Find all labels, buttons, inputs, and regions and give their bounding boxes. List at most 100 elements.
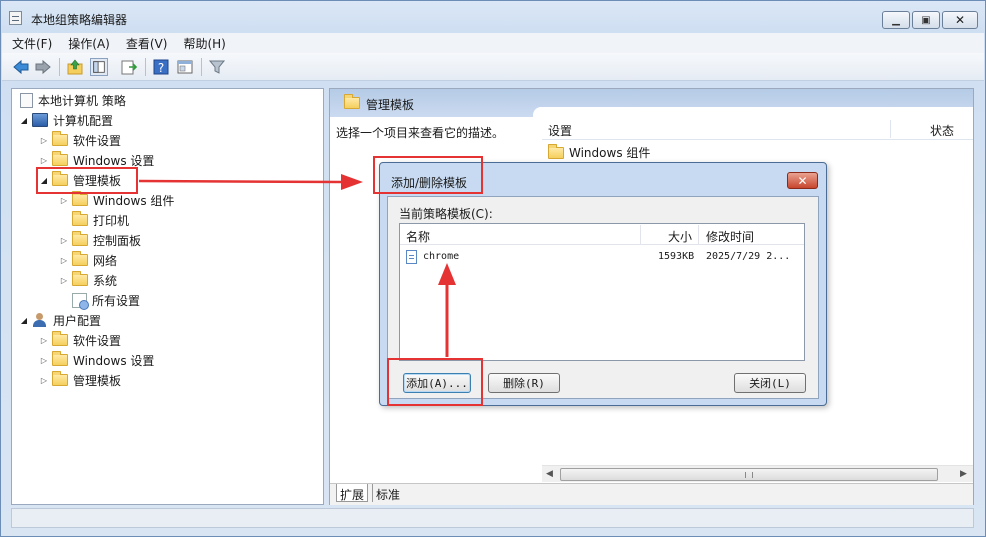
tab-standard[interactable]: 标准 [372, 484, 403, 502]
close-window-button[interactable]: ✕ [942, 11, 978, 29]
template-name: chrome [423, 251, 460, 262]
menu-file[interactable]: 文件(F) [12, 35, 52, 52]
filter-icon[interactable] [208, 58, 226, 76]
tree-item-cc-windows[interactable]: ▷ Windows 设置 [38, 150, 154, 170]
collapsed-arrow-icon[interactable]: ▷ [58, 236, 70, 245]
close-dialog-button[interactable]: 关闭(L) [734, 373, 806, 393]
user-icon [32, 313, 48, 327]
add-template-button[interactable]: 添加(A)... [403, 373, 471, 393]
help-icon[interactable]: ? [152, 58, 170, 76]
show-hide-tree-icon[interactable] [90, 58, 108, 76]
tree-item-windows-components[interactable]: ▷ Windows 组件 [58, 190, 174, 210]
title-bar: 本地组策略编辑器 ▁ ▣ ✕ [1, 1, 985, 33]
tree-item-all-settings[interactable]: 所有设置 [70, 290, 140, 310]
column-separator[interactable] [640, 225, 641, 244]
window-title: 本地组策略编辑器 [31, 13, 128, 27]
menu-action[interactable]: 操作(A) [68, 35, 110, 52]
collapsed-arrow-icon[interactable]: ▷ [38, 336, 50, 345]
close-icon: ✕ [954, 13, 966, 27]
scroll-thumb[interactable] [560, 468, 938, 481]
menu-bar: 文件(F) 操作(A) 查看(V) 帮助(H) [2, 33, 984, 53]
folder-icon [52, 331, 68, 346]
toolbar-separator [59, 58, 60, 76]
tree-label: 网络 [93, 253, 118, 268]
tree-item-control-panel[interactable]: ▷ 控制面板 [58, 230, 141, 250]
table-row[interactable]: chrome 1593KB 2025/7/29 2... [400, 248, 804, 266]
tree-label: 所有设置 [92, 293, 141, 308]
svg-text:?: ? [158, 61, 164, 75]
tree-label: 管理模板 [73, 373, 122, 388]
folder-icon [72, 191, 88, 206]
tree-label: 用户配置 [53, 313, 102, 328]
folder-icon [72, 251, 88, 266]
tree-item-computer-config[interactable]: ◢ 计算机配置 [18, 110, 113, 130]
collapsed-arrow-icon[interactable]: ▷ [58, 256, 70, 265]
column-separator[interactable] [698, 225, 699, 244]
column-separator[interactable] [890, 120, 891, 138]
column-size[interactable]: 大小 [668, 228, 692, 245]
toolbar: ? [2, 53, 984, 81]
column-status[interactable]: 状态 [930, 122, 954, 139]
up-folder-icon[interactable] [66, 58, 84, 76]
expanded-arrow-icon[interactable]: ◢ [38, 176, 50, 185]
column-modified[interactable]: 修改时间 [706, 228, 754, 245]
policy-document-icon [20, 92, 33, 108]
export-list-icon[interactable] [120, 58, 138, 76]
forward-arrow-icon[interactable] [34, 58, 52, 76]
tree-item-network[interactable]: ▷ 网络 [58, 250, 117, 270]
expanded-arrow-icon[interactable]: ◢ [18, 116, 30, 125]
computer-icon [32, 113, 48, 127]
menu-view[interactable]: 查看(V) [126, 35, 168, 52]
expanded-arrow-icon[interactable]: ◢ [18, 316, 30, 325]
tree-item-printers[interactable]: 打印机 [70, 210, 129, 230]
tree-label: Windows 组件 [93, 193, 175, 208]
collapsed-arrow-icon[interactable]: ▷ [58, 276, 70, 285]
column-settings[interactable]: 设置 [548, 122, 572, 139]
template-modified: 2025/7/29 2... [706, 251, 791, 262]
collapsed-arrow-icon[interactable]: ▷ [58, 196, 70, 205]
details-header-title: 管理模板 [366, 98, 415, 112]
back-arrow-icon[interactable] [12, 58, 30, 76]
tree-item-uc-software[interactable]: ▷ 软件设置 [38, 330, 121, 350]
dialog-body: 当前策略模板(C): 名称 大小 修改时间 chrome 1593KB 2025… [387, 196, 819, 399]
tree-item-cc-software[interactable]: ▷ 软件设置 [38, 130, 121, 150]
current-templates-label: 当前策略模板(C): [399, 207, 493, 221]
dialog-close-button[interactable]: ✕ [787, 172, 818, 189]
close-icon: ✕ [797, 173, 808, 188]
delete-template-button[interactable]: 删除(R) [488, 373, 560, 393]
tree-item-system[interactable]: ▷ 系统 [58, 270, 117, 290]
tree-item-cc-admin[interactable]: ◢ 管理模板 [38, 170, 121, 190]
templates-list-header: 名称 大小 修改时间 [400, 224, 804, 245]
folder-icon [72, 271, 88, 286]
column-name[interactable]: 名称 [406, 228, 430, 245]
folder-icon [52, 171, 68, 186]
tree-label: 控制面板 [93, 233, 142, 248]
view-tabs: 扩展 标准 [330, 483, 973, 505]
collapsed-arrow-icon[interactable]: ▷ [38, 356, 50, 365]
folder-icon [72, 211, 88, 226]
collapsed-arrow-icon[interactable]: ▷ [38, 376, 50, 385]
template-size: 1593KB [658, 251, 695, 262]
tree-item-user-config[interactable]: ◢ 用户配置 [18, 310, 101, 330]
collapsed-arrow-icon[interactable]: ▷ [38, 156, 50, 165]
properties-icon[interactable] [176, 58, 194, 76]
list-item-windows-components[interactable]: Windows 组件 [546, 143, 650, 161]
details-header: 管理模板 [330, 89, 973, 119]
scroll-left-icon[interactable]: ◀ [546, 469, 553, 479]
maximize-icon: ▣ [921, 14, 931, 26]
tree-item-local-policy[interactable]: 本地计算机 策略 [18, 90, 126, 110]
minimize-button[interactable]: ▁ [882, 11, 910, 29]
tree-item-uc-admin[interactable]: ▷ 管理模板 [38, 370, 121, 390]
tree-item-uc-windows[interactable]: ▷ Windows 设置 [38, 350, 154, 370]
tree-label: Windows 设置 [73, 353, 155, 368]
folder-icon [52, 371, 68, 386]
scroll-right-icon[interactable]: ▶ [960, 469, 967, 479]
maximize-button[interactable]: ▣ [912, 11, 940, 29]
folder-icon [52, 131, 68, 146]
horizontal-scrollbar[interactable]: ◀ ▶ [542, 465, 973, 482]
templates-list[interactable]: 名称 大小 修改时间 chrome 1593KB 2025/7/29 2... [399, 223, 805, 361]
menu-help[interactable]: 帮助(H) [183, 35, 225, 52]
collapsed-arrow-icon[interactable]: ▷ [38, 136, 50, 145]
tab-extended[interactable]: 扩展 [336, 484, 369, 502]
folder-icon [52, 351, 68, 366]
